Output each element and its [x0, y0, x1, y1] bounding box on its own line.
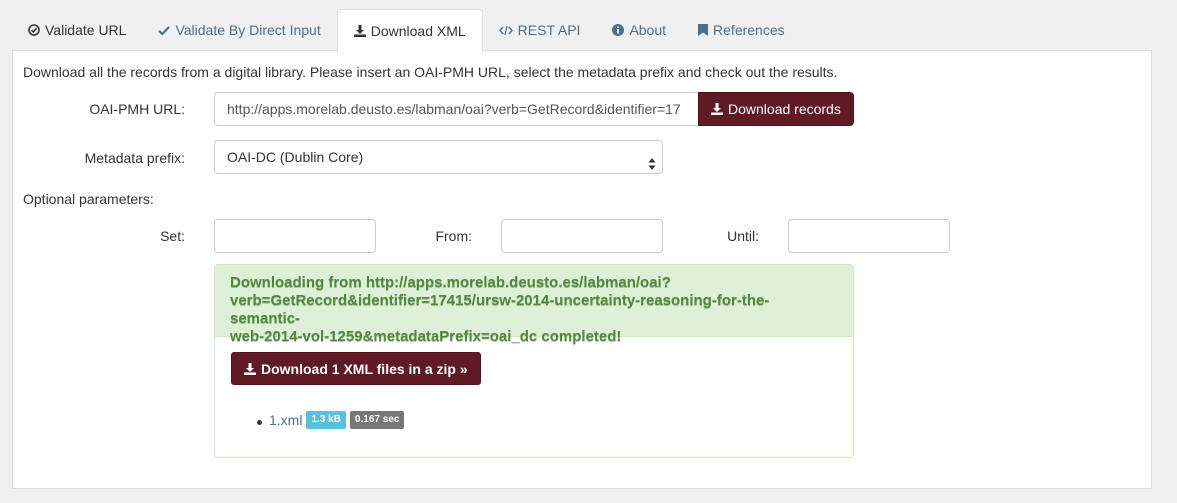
set-input[interactable] [214, 219, 376, 253]
info-circle-icon [612, 24, 625, 36]
tab-label: REST API [517, 22, 581, 38]
tab-bar: Validate URL Validate By Direct Input Do… [12, 9, 801, 52]
result-message-line: verb=GetRecord&identifier=17415/ursw-201… [230, 292, 770, 327]
download-zip-button[interactable]: Download 1 XML files in a zip » [231, 352, 481, 385]
tab-label: Validate URL [45, 22, 127, 38]
tab-references[interactable]: References [682, 9, 801, 51]
tab-validate-direct-input[interactable]: Validate By Direct Input [142, 9, 336, 51]
download-xml-panel: Download all the records from a digital … [12, 50, 1152, 489]
until-label: Until: [727, 228, 759, 244]
download-zip-label: Download 1 XML files in a zip » [261, 360, 468, 377]
tab-rest-api[interactable]: REST API [483, 9, 597, 51]
code-icon [498, 25, 513, 36]
download-result-box: Downloading from http://apps.morelab.deu… [214, 264, 854, 458]
check-icon [158, 25, 171, 36]
download-icon [711, 103, 723, 115]
check-circle-icon [28, 24, 40, 36]
bookmark-icon [698, 24, 709, 36]
result-message-line: web-2014-vol-1259&metadataPrefix=oai_dc … [230, 328, 622, 345]
oai-url-input[interactable]: http://apps.morelab.deusto.es/labman/oai… [214, 92, 699, 126]
tab-download-xml[interactable]: Download XML [336, 9, 483, 52]
from-input[interactable] [501, 219, 663, 253]
result-message: Downloading from http://apps.morelab.deu… [215, 265, 853, 345]
tab-about[interactable]: About [596, 9, 682, 51]
metadata-prefix-value: OAI-DC (Dublin Core) [227, 149, 364, 165]
intro-text: Download all the records from a digital … [23, 64, 838, 80]
until-input[interactable] [788, 219, 950, 253]
tab-validate-url[interactable]: Validate URL [12, 9, 142, 51]
file-link[interactable]: 1.xml [269, 412, 302, 428]
download-icon [244, 362, 256, 375]
url-label: OAI-PMH URL: [89, 101, 185, 117]
file-time-badge: 0.167 sec [349, 411, 405, 429]
tab-label: About [629, 22, 667, 38]
tab-label: Validate By Direct Input [175, 22, 321, 38]
download-icon [353, 24, 366, 37]
download-records-button[interactable]: Download records [698, 92, 854, 126]
optional-parameters-label: Optional parameters: [23, 191, 154, 207]
file-list-item: 1.xml 1.3 kB 0.167 sec [257, 411, 405, 429]
download-records-label: Download records [728, 101, 841, 117]
result-message-line: Downloading from http://apps.morelab.deu… [230, 274, 671, 291]
metadata-label: Metadata prefix: [84, 150, 185, 166]
select-arrows-icon [648, 150, 656, 170]
tab-label: References [713, 22, 785, 38]
from-label: From: [435, 228, 472, 244]
tab-label: Download XML [370, 22, 466, 39]
metadata-prefix-select[interactable]: OAI-DC (Dublin Core) [214, 140, 663, 174]
set-label: Set: [160, 228, 185, 244]
file-size-badge: 1.3 kB [306, 411, 346, 429]
